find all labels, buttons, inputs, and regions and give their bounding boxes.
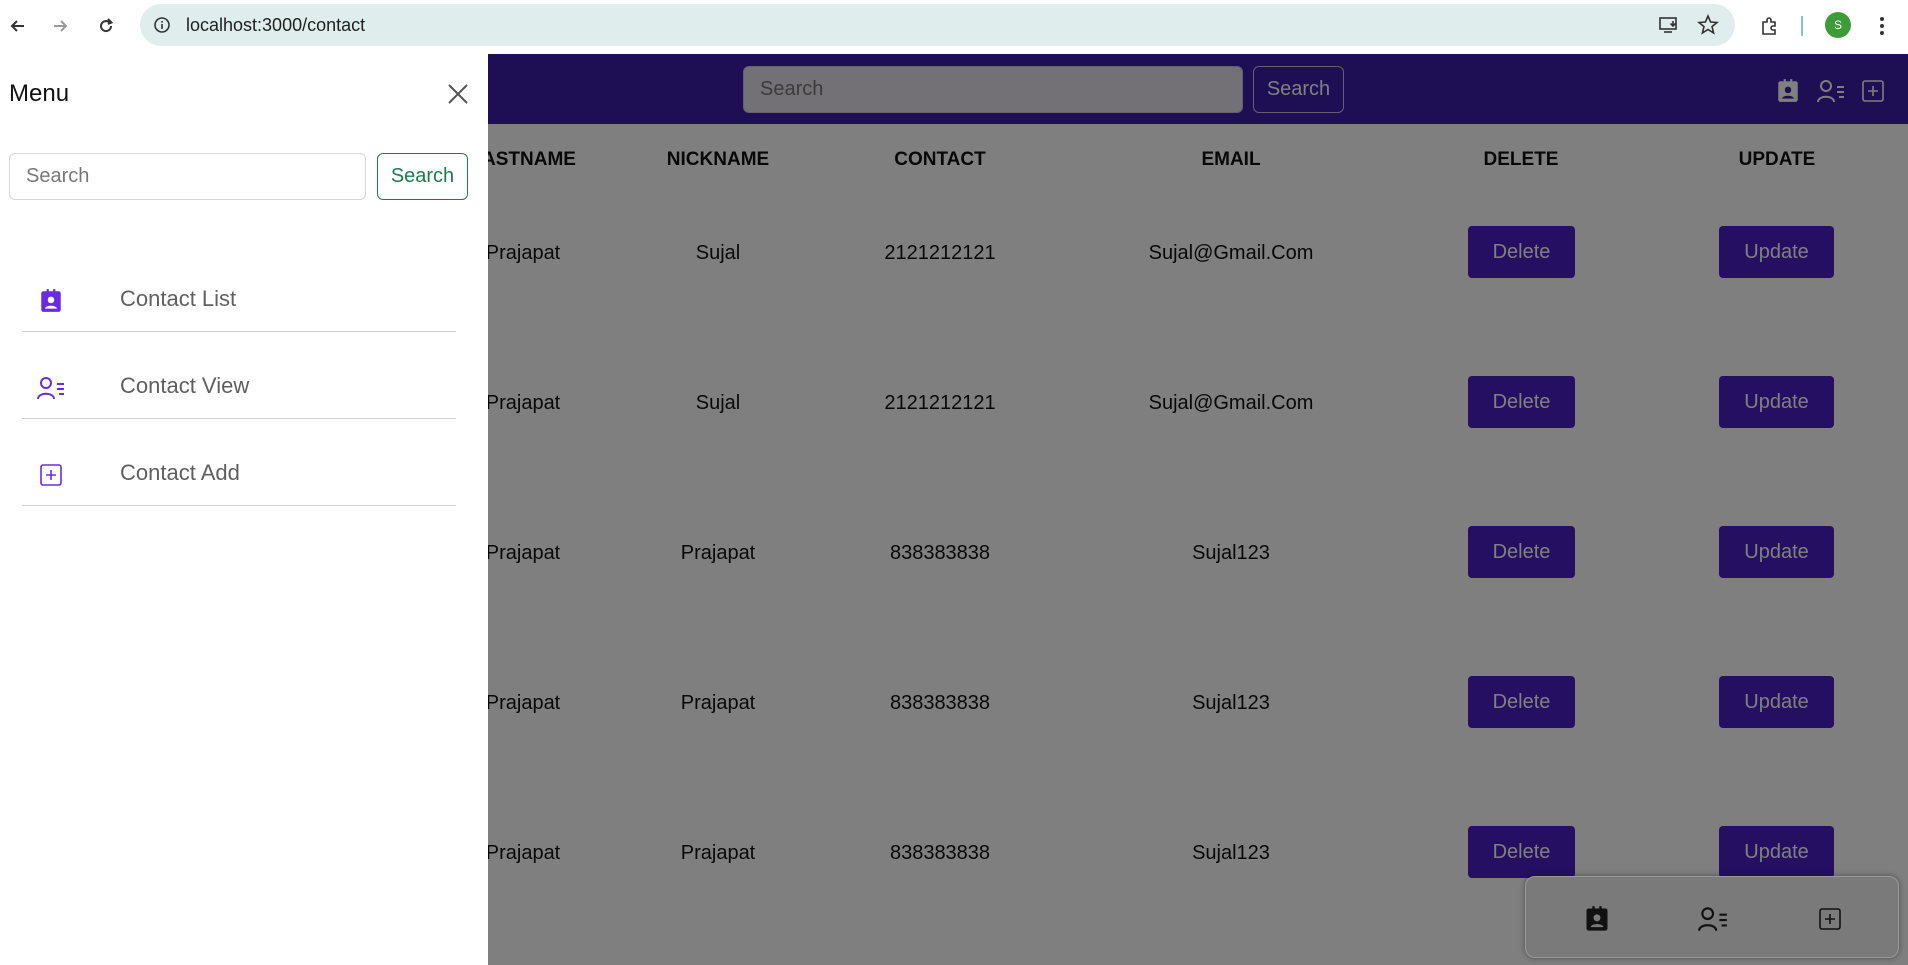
contact-view-icon[interactable] (1697, 903, 1729, 935)
close-icon[interactable] (444, 80, 472, 108)
menu-item-label: Contact List (120, 286, 237, 311)
menu-item-label: Contact Add (120, 460, 240, 485)
contact-view-icon (36, 373, 66, 403)
side-drawer: Menu Search Search Contact List Contact … (0, 54, 488, 965)
extensions-icon[interactable] (1756, 12, 1784, 40)
menu-item-contact-list[interactable]: Contact List (22, 276, 456, 332)
drawer-search-input[interactable]: Search (9, 153, 366, 200)
menu-item-label: Contact View (120, 373, 250, 398)
contact-list-icon[interactable] (1581, 903, 1613, 935)
menu-item-contact-add[interactable]: Contact Add (22, 450, 456, 506)
install-app-icon[interactable] (1657, 13, 1681, 37)
profile-avatar[interactable]: S (1825, 12, 1851, 38)
menu-item-contact-view[interactable]: Contact View (22, 363, 456, 419)
app-page: Search Search ASTNAME NICKNAME CONTACT E… (0, 54, 1908, 965)
browser-toolbar: localhost:3000/contact S (0, 0, 1908, 54)
drawer-title: Menu (9, 80, 70, 107)
url-text: localhost:3000/contact (186, 15, 366, 35)
site-info-icon[interactable] (150, 13, 174, 37)
bottom-navigation (1525, 876, 1899, 958)
back-icon[interactable] (2, 10, 34, 42)
forward-icon[interactable] (44, 10, 76, 42)
toolbar-divider (1801, 16, 1803, 36)
contact-add-icon (36, 460, 66, 490)
chrome-menu-icon[interactable] (1868, 12, 1896, 40)
contact-add-icon[interactable] (1814, 903, 1846, 935)
address-bar[interactable]: localhost:3000/contact (140, 4, 1735, 46)
bookmark-star-icon[interactable] (1696, 13, 1720, 37)
drawer-search-button[interactable]: Search (377, 153, 468, 200)
reload-icon[interactable] (90, 10, 122, 42)
contact-list-icon (36, 286, 66, 316)
